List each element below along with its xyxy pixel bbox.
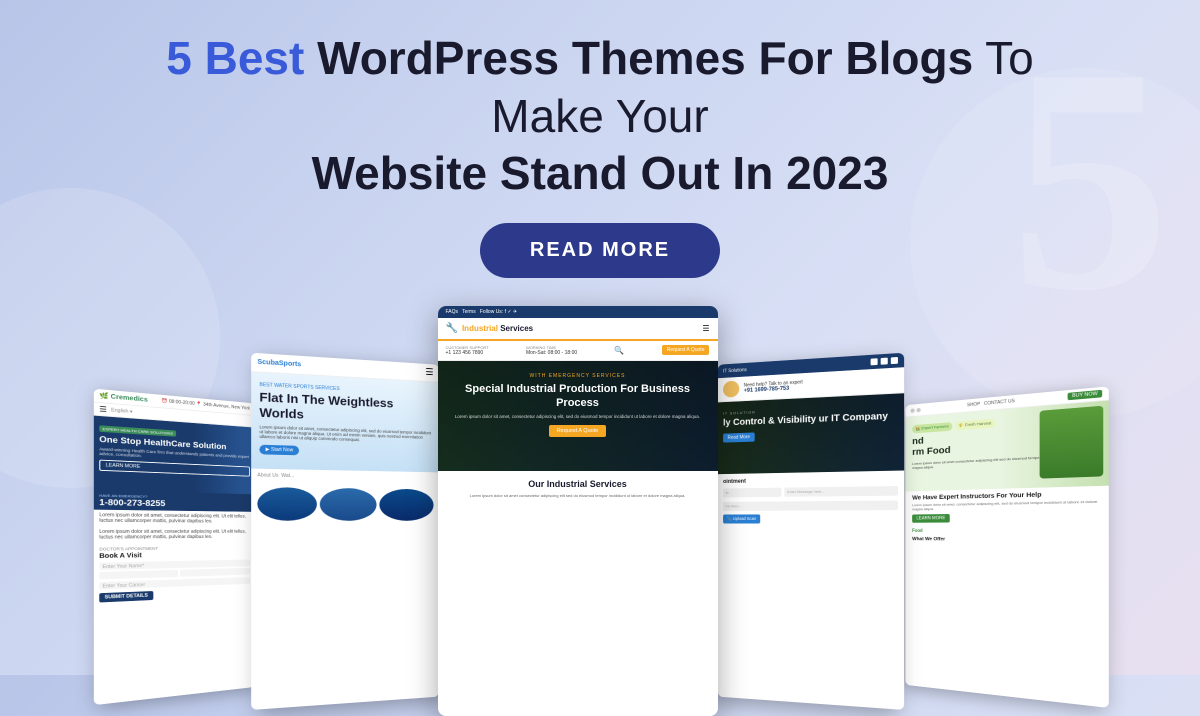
page-heading: 5 Best WordPress Themes For Blogs To Mak…	[150, 30, 1050, 203]
industrial-services: Our Industrial Services Lorem ipsum dolo…	[438, 471, 718, 506]
scuba-text: Lorem ipsum dolor sit amet, consectetur …	[259, 424, 431, 444]
scuba-logo: ScubaSports	[257, 358, 301, 367]
cremedics-logo: 🌿 Cremedics	[99, 391, 148, 403]
scuba-img-1	[257, 486, 317, 520]
page-wrapper: 5 Best WordPress Themes For Blogs To Mak…	[0, 0, 1200, 716]
industrial-text: Lorem ipsum dolor sit amet, consectetur …	[448, 414, 708, 419]
industrial-heading: Special Industrial Production For Busine…	[448, 382, 708, 411]
title-bold: WordPress Themes For Blogs	[317, 32, 973, 84]
title-part-5: 5 Best	[166, 32, 317, 84]
mini-site-cremedics: 🌿 Cremedics ⏰ 08:00-20:00 📍 34th Avenue,…	[93, 388, 254, 705]
farm-food-label: Food	[905, 526, 1108, 535]
it-hero: IT SOLUTION ly Control & Visibility ur I…	[717, 393, 903, 474]
scuba-btn: ▶ Start Now	[259, 444, 299, 455]
main-title: 5 Best WordPress Themes For Blogs To Mak…	[150, 30, 1050, 203]
farm-hero-sub2: 🌾 Fresh Harvest	[958, 420, 991, 427]
cremedics-appt-title: Book A Visit	[99, 551, 250, 560]
it-form-row-2: he Here...	[723, 500, 898, 510]
farm-nav-shop: SHOP	[967, 401, 980, 407]
it-appt-title: ointment	[723, 476, 898, 484]
industrial-sub: WITH EMERGENCY SERVICES	[448, 373, 708, 379]
industrial-services-title: Our Industrial Services	[448, 479, 708, 489]
mini-site-scuba: ScubaSports ☰ BEST WATER SPORTS SERVICES…	[251, 352, 439, 709]
industrial-services-text: Lorem ipsum dolor sit amet consectetur a…	[448, 493, 708, 498]
scuba-img-2	[319, 487, 376, 520]
industrial-logo: Industrial Services	[462, 324, 533, 333]
industrial-hero: WITH EMERGENCY SERVICES Special Industri…	[438, 361, 718, 471]
industrial-hours: WORKING TIME Mon-Sat: 08:00 - 18:00	[526, 345, 577, 356]
farm-what-we-offer: What We Offer	[905, 535, 1108, 545]
cremedics-hero: EXPERT HEALTH CARE SOLUTIONS One Stop He…	[93, 415, 254, 494]
title-line2: Website Stand Out In 2023	[312, 147, 889, 199]
mini-site-farm: SHOP CONTACT US BUY NOW 🧑‍🌾 Expert Farme…	[905, 386, 1108, 708]
industrial-topinfo: FAQs Terms Follow Us: f ✓ ✈	[438, 306, 718, 318]
farm-nav-links: SHOP CONTACT US	[967, 398, 1015, 407]
cremedics-submit: SUBMIT DETAILS	[99, 591, 153, 602]
industrial-hero-btn: Request A Quote	[549, 425, 607, 437]
industrial-faqs: FAQs Terms Follow Us: f ✓ ✈	[446, 309, 518, 315]
it-appointment: ointment ts Enter Message here... he Her…	[717, 470, 903, 529]
cremedics-emergency: HAVE AN EMERGENCY? 1-800-273-8255	[93, 490, 254, 512]
farm-farmer-image	[1039, 405, 1103, 478]
industrial-phone: CUSTOMER SUPPORT +1 123 456 7890	[446, 345, 489, 356]
industrial-contactbar: CUSTOMER SUPPORT +1 123 456 7890 WORKING…	[438, 341, 718, 361]
mini-site-industrial: FAQs Terms Follow Us: f ✓ ✈ 🔧 Industrial…	[438, 306, 718, 716]
cremedics-appointment: DOCTOR'S APPOINTMENT Book A Visit Enter …	[93, 541, 254, 606]
it-btn: Read More	[723, 432, 754, 442]
it-form-row-1: ts Enter Message here...	[723, 486, 898, 499]
scuba-hero: BEST WATER SPORTS SERVICES Flat In The W…	[251, 372, 439, 472]
it-field-1: ts	[723, 487, 781, 497]
read-more-button[interactable]: READ MORE	[480, 223, 720, 278]
mini-site-it: IT Solutions Need help? Talk to an exper…	[717, 352, 903, 709]
it-upload-btn: 📎 Upload Scan	[723, 514, 760, 523]
it-nav-label: IT Solutions	[723, 366, 747, 373]
farm-nav-contact: CONTACT US	[983, 398, 1014, 406]
theme-thumb-cremedics[interactable]: 🌿 Cremedics ⏰ 08:00-20:00 📍 34th Avenue,…	[93, 388, 254, 705]
farm-cta: We Have Expert Instructors For Your Help…	[905, 485, 1108, 526]
industrial-request-btn: Request A Quote	[662, 345, 710, 355]
it-field-2: Enter Message here...	[784, 486, 898, 497]
scuba-images	[251, 482, 439, 525]
theme-thumb-farm[interactable]: SHOP CONTACT US BUY NOW 🧑‍🌾 Expert Farme…	[905, 386, 1108, 708]
farm-cta-btn: LEARN MORE	[912, 514, 950, 523]
theme-thumb-industrial[interactable]: FAQs Terms Follow Us: f ✓ ✈ 🔧 Industrial…	[438, 306, 718, 716]
thumbnails-row: 🌿 Cremedics ⏰ 08:00-20:00 📍 34th Avenue,…	[0, 306, 1200, 716]
it-field-3: he Here...	[723, 500, 898, 510]
farm-hero-sub1: 🧑‍🌾 Expert Farmers	[915, 424, 948, 431]
it-avatar	[723, 380, 739, 397]
cremedics-sidebar: Lorem ipsum dolor sit amet, consectetur …	[93, 509, 254, 543]
theme-thumb-it[interactable]: IT Solutions Need help? Talk to an exper…	[717, 352, 903, 709]
industrial-nav: 🔧 Industrial Services ☰	[438, 318, 718, 341]
theme-thumb-scuba[interactable]: ScubaSports ☰ BEST WATER SPORTS SERVICES…	[251, 352, 439, 709]
scuba-img-3	[379, 488, 433, 520]
farm-buy-btn: BUY NOW	[1067, 389, 1101, 399]
